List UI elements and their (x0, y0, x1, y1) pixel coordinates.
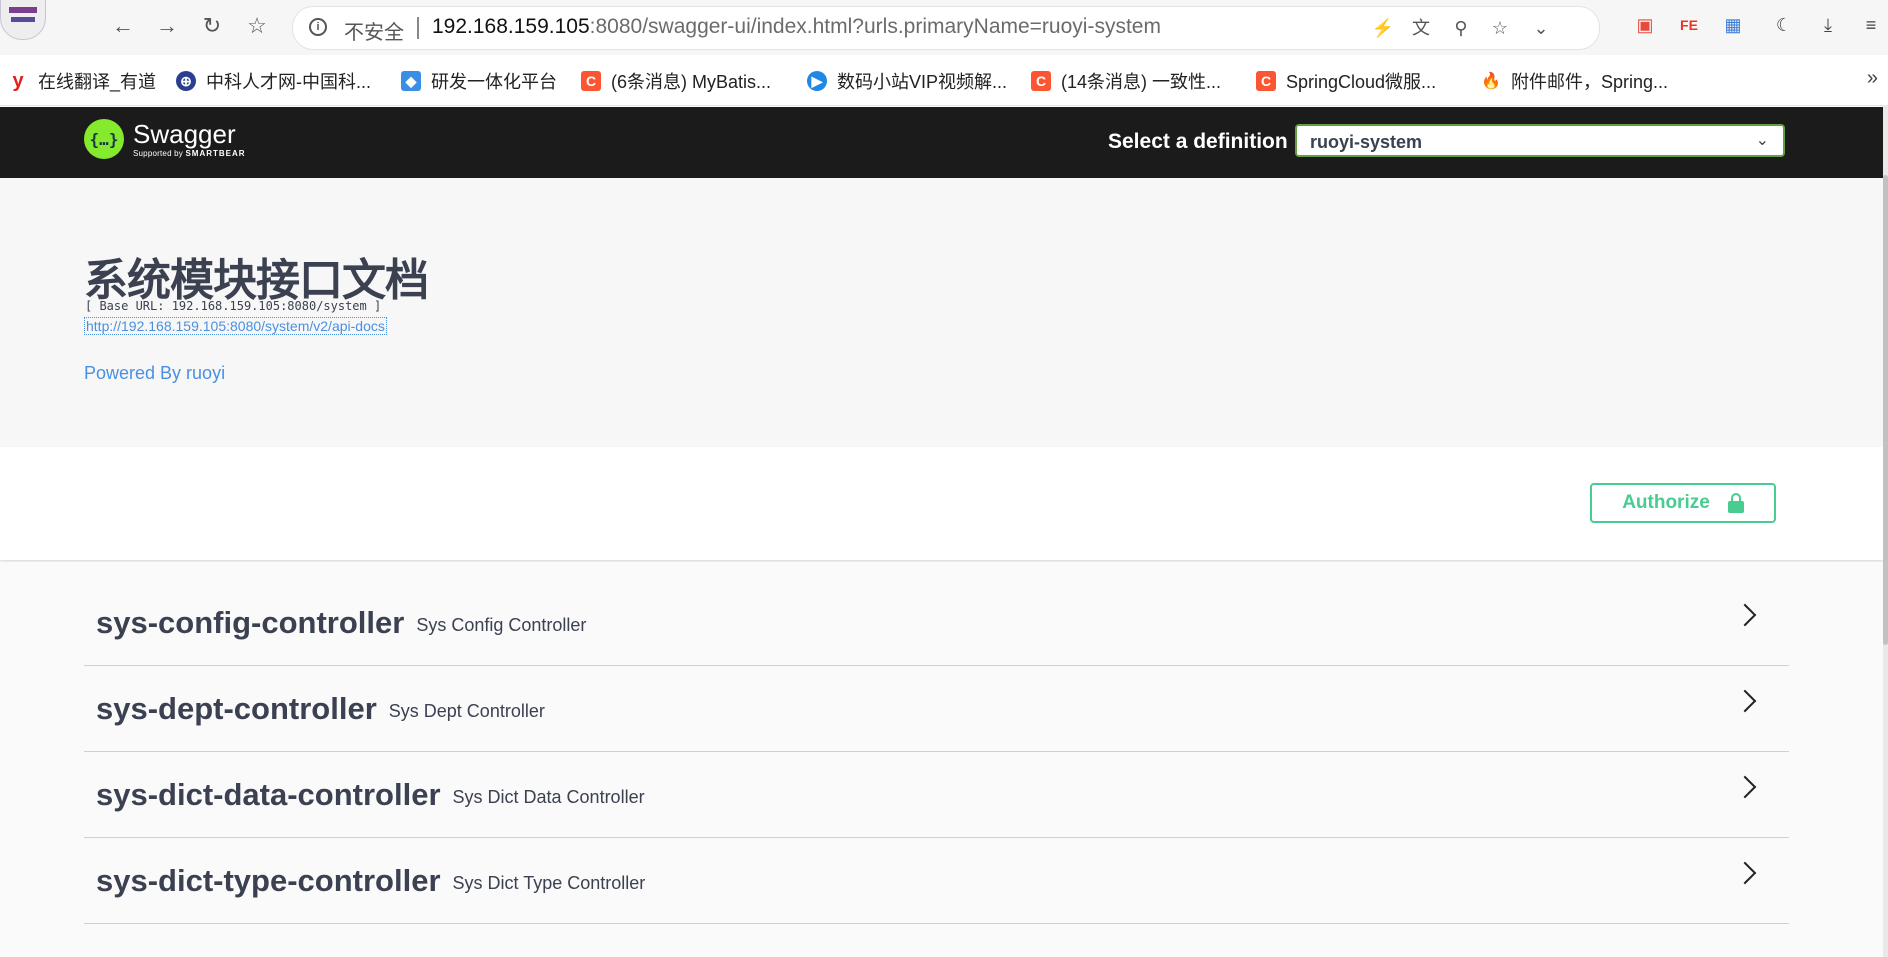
controller-row[interactable]: sys-dict-type-controller Sys Dict Type C… (84, 838, 1789, 924)
controller-row[interactable]: sys-dept-controller Sys Dept Controller (84, 666, 1789, 752)
controller-description: Sys Dict Data Controller (452, 787, 645, 807)
controller-name: sys-config-controller (96, 604, 405, 640)
url-host: 192.168.159.105 (432, 15, 590, 38)
bookmark-item[interactable]: C SpringCloud微服... (1256, 68, 1436, 94)
download-icon[interactable]: ⤓ (1815, 12, 1841, 38)
chevron-right-icon[interactable] (1733, 689, 1757, 713)
url-text[interactable]: 192.168.159.105:8080/swagger-ui/index.ht… (432, 15, 1161, 39)
bookmark-label: 研发一体化平台 (431, 72, 557, 92)
controller-row[interactable]: sys-config-controller Sys Config Control… (84, 580, 1789, 666)
controller-list: sys-config-controller Sys Config Control… (84, 580, 1789, 924)
page-scrollbar[interactable] (1883, 105, 1888, 957)
bookmark-item[interactable]: ▶ 数码小站VIP视频解... (807, 68, 1007, 94)
api-info-section: 系统模块接口文档 [ Base URL: 192.168.159.105:808… (0, 178, 1883, 447)
extension-red-icon[interactable]: ▣ (1632, 12, 1658, 38)
forward-arrow-icon[interactable]: → (152, 11, 182, 41)
bookmarks-bar: y 在线翻译_有道 ⊕ 中科人才网-中国科... ◆ 研发一体化平台 C (6条消息) … (0, 55, 1888, 106)
scrollbar-thumb[interactable] (1883, 175, 1888, 645)
authorize-label: Authorize (1622, 492, 1710, 513)
back-arrow-icon[interactable]: ← (108, 11, 138, 41)
controller-name: sys-dict-data-controller (96, 776, 441, 812)
bookmark-label: (6条消息) MyBatis... (611, 72, 772, 92)
translate-icon[interactable]: 文 (1408, 15, 1434, 41)
info-icon[interactable]: i (309, 18, 327, 36)
more-bookmarks-icon[interactable]: » (1867, 67, 1878, 90)
definition-select[interactable]: ruoyi-system ⌄ (1295, 124, 1785, 157)
controller-row[interactable]: sys-dict-data-controller Sys Dict Data C… (84, 752, 1789, 838)
logo-name: Swagger (133, 118, 236, 149)
bookmark-item[interactable]: ◆ 研发一体化平台 (401, 68, 557, 94)
chevron-right-icon[interactable] (1733, 603, 1757, 627)
controller-name: sys-dept-controller (96, 690, 377, 726)
fe-extension-icon[interactable]: FE (1676, 12, 1702, 38)
bookmark-label: SpringCloud微服... (1286, 72, 1437, 92)
url-divider (417, 17, 419, 39)
bookmark-item[interactable]: C (14条消息) 一致性... (1031, 68, 1221, 94)
platform-icon: ◆ (401, 71, 421, 91)
swagger-topbar: {…} Swagger Supported by SMARTBEAR Selec… (0, 107, 1883, 178)
bookmark-label: (14条消息) 一致性... (1061, 72, 1222, 92)
menu-icon[interactable]: ≡ (1858, 12, 1884, 38)
bookmark-item[interactable]: y 在线翻译_有道 (8, 68, 156, 94)
scheme-container: Authorize (0, 447, 1883, 560)
favorite-star-icon[interactable]: ☆ (1487, 15, 1513, 41)
controller-description: Sys Dept Controller (388, 701, 545, 721)
chevron-down-icon: ⌄ (1755, 132, 1769, 149)
swagger-logo-text: Swagger Supported by SMARTBEAR (133, 121, 246, 158)
definition-label: Select a definition (1108, 130, 1288, 153)
url-path: :8080/swagger-ui/index.html?urls.primary… (589, 15, 1161, 38)
chevron-right-icon[interactable] (1733, 775, 1757, 799)
bookmark-label: 数码小站VIP视频解... (837, 72, 1008, 92)
controller-name: sys-dict-type-controller (96, 862, 441, 898)
bookmark-label: 在线翻译_有道 (38, 72, 157, 92)
controller-description: Sys Dict Type Controller (452, 873, 646, 893)
api-docs-link[interactable]: http://192.168.159.105:8080/system/v2/ap… (84, 317, 387, 335)
definition-value: ruoyi-system (1310, 132, 1423, 152)
base-url: [ Base URL: 192.168.159.105:8080/system … (85, 299, 382, 313)
dark-mode-icon[interactable]: ☾ (1771, 12, 1797, 38)
youdao-icon: y (12, 69, 24, 92)
powered-by-link[interactable]: Powered By ruoyi (84, 363, 225, 384)
profile-avatar[interactable] (0, 0, 46, 40)
csdn-icon: C (1256, 71, 1276, 91)
bookmark-item[interactable]: C (6条消息) MyBatis... (581, 68, 771, 94)
bookmark-label: 附件邮件，Spring... (1511, 72, 1669, 92)
lightning-icon[interactable]: ⚡ (1370, 15, 1396, 41)
authorize-button[interactable]: Authorize (1590, 483, 1776, 523)
browser-toolbar: ← → ↻ ☆ i 不安全 192.168.159.105:8080/swagg… (0, 0, 1888, 55)
apps-extension-icon[interactable]: ▦ (1720, 12, 1746, 38)
chevron-right-icon[interactable] (1733, 861, 1757, 885)
swagger-logo-icon: {…} (84, 119, 124, 159)
video-icon: ▶ (807, 71, 827, 91)
csdn-icon: C (1031, 71, 1051, 91)
bookmark-star-icon[interactable]: ☆ (242, 11, 272, 41)
bookmark-item[interactable]: 🔥 附件邮件，Spring... (1481, 68, 1668, 94)
flame-icon: 🔥 (1481, 73, 1501, 90)
logo-sub-prefix: Supported by (133, 148, 183, 158)
logo-sub-brand: SMARTBEAR (185, 148, 246, 158)
zoom-icon[interactable]: ⚲ (1448, 15, 1474, 41)
csdn-icon: C (581, 71, 601, 91)
chevron-down-icon[interactable]: ⌄ (1528, 15, 1554, 41)
bookmark-label: 中科人才网-中国科... (206, 72, 371, 92)
reload-icon[interactable]: ↻ (197, 11, 227, 41)
bookmark-item[interactable]: ⊕ 中科人才网-中国科... (176, 68, 371, 94)
controller-description: Sys Config Controller (416, 615, 587, 635)
swagger-logo[interactable]: {…} Swagger Supported by SMARTBEAR (84, 119, 246, 159)
logo-subtitle: Supported by SMARTBEAR (133, 149, 246, 158)
address-bar[interactable]: i 不安全 192.168.159.105:8080/swagger-ui/in… (292, 6, 1600, 50)
security-label: 不安全 (344, 22, 404, 44)
lock-icon (1727, 493, 1744, 513)
cas-icon: ⊕ (176, 71, 196, 91)
